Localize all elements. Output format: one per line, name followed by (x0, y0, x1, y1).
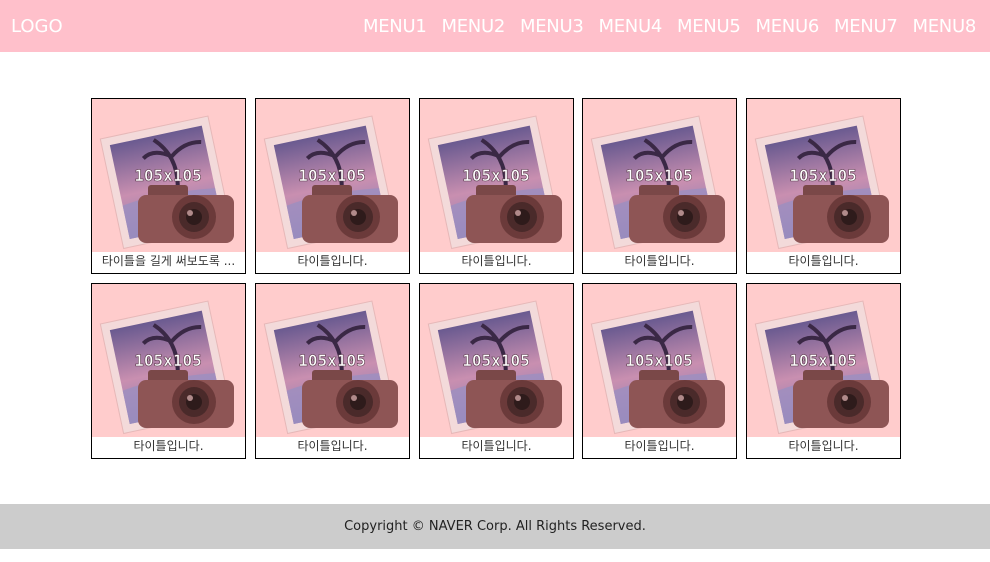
main-nav: MENU1 MENU2 MENU3 MENU4 MENU5 MENU6 MENU… (363, 16, 976, 38)
placeholder-size-label: 105x105 (298, 166, 365, 185)
placeholder-size-label: 105x105 (134, 351, 201, 370)
gallery-card[interactable]: 105x105 타이틀입니다. (746, 98, 901, 274)
gallery-card[interactable]: 105x105 타이틀을 길게 써보도록 ... (91, 98, 246, 274)
copyright-text: Copyright © NAVER Corp. All Rights Reser… (344, 519, 646, 534)
nav-menu6[interactable]: MENU6 (756, 16, 820, 38)
gallery-card[interactable]: 105x105 타이틀입니다. (255, 283, 410, 459)
logo-link[interactable]: LOGO (11, 16, 63, 38)
gallery-card[interactable]: 105x105 타이틀입니다. (419, 98, 574, 274)
gallery-card[interactable]: 105x105 타이틀입니다. (582, 283, 737, 459)
placeholder-image: 105x105 (583, 99, 736, 252)
gallery-card[interactable]: 105x105 타이틀입니다. (419, 283, 574, 459)
site-header: LOGO MENU1 MENU2 MENU3 MENU4 MENU5 MENU6… (0, 0, 990, 52)
placeholder-image: 105x105 (420, 284, 573, 437)
placeholder-size-label: 105x105 (134, 166, 201, 185)
card-title: 타이틀입니다. (297, 254, 368, 268)
placeholder-image: 105x105 (583, 284, 736, 437)
placeholder-image: 105x105 (256, 99, 409, 252)
card-title: 타이틀입니다. (624, 439, 695, 453)
nav-menu3[interactable]: MENU3 (520, 16, 584, 38)
gallery-card[interactable]: 105x105 타이틀입니다. (91, 283, 246, 459)
card-title: 타이틀입니다. (788, 439, 859, 453)
nav-menu1[interactable]: MENU1 (363, 16, 427, 38)
placeholder-size-label: 105x105 (462, 166, 529, 185)
card-title: 타이틀입니다. (788, 254, 859, 268)
placeholder-image: 105x105 (747, 99, 900, 252)
card-title: 타이틀을 길게 써보도록 ... (101, 254, 236, 268)
placeholder-image: 105x105 (256, 284, 409, 437)
site-footer: Copyright © NAVER Corp. All Rights Reser… (0, 504, 990, 549)
placeholder-image: 105x105 (92, 99, 245, 252)
placeholder-size-label: 105x105 (789, 166, 856, 185)
card-title: 타이틀입니다. (297, 439, 368, 453)
placeholder-image: 105x105 (92, 284, 245, 437)
placeholder-size-label: 105x105 (625, 351, 692, 370)
gallery-card[interactable]: 105x105 타이틀입니다. (582, 98, 737, 274)
card-title: 타이틀입니다. (461, 254, 532, 268)
nav-menu8[interactable]: MENU8 (913, 16, 977, 38)
nav-menu4[interactable]: MENU4 (599, 16, 663, 38)
nav-menu7[interactable]: MENU7 (834, 16, 898, 38)
nav-menu5[interactable]: MENU5 (677, 16, 741, 38)
placeholder-size-label: 105x105 (298, 351, 365, 370)
placeholder-size-label: 105x105 (789, 351, 856, 370)
card-title: 타이틀입니다. (133, 439, 204, 453)
card-title: 타이틀입니다. (461, 439, 532, 453)
placeholder-size-label: 105x105 (625, 166, 692, 185)
nav-menu2[interactable]: MENU2 (442, 16, 506, 38)
placeholder-image: 105x105 (747, 284, 900, 437)
gallery-card[interactable]: 105x105 타이틀입니다. (255, 98, 410, 274)
card-title: 타이틀입니다. (624, 254, 695, 268)
gallery-card[interactable]: 105x105 타이틀입니다. (746, 283, 901, 459)
placeholder-image: 105x105 (420, 99, 573, 252)
placeholder-size-label: 105x105 (462, 351, 529, 370)
